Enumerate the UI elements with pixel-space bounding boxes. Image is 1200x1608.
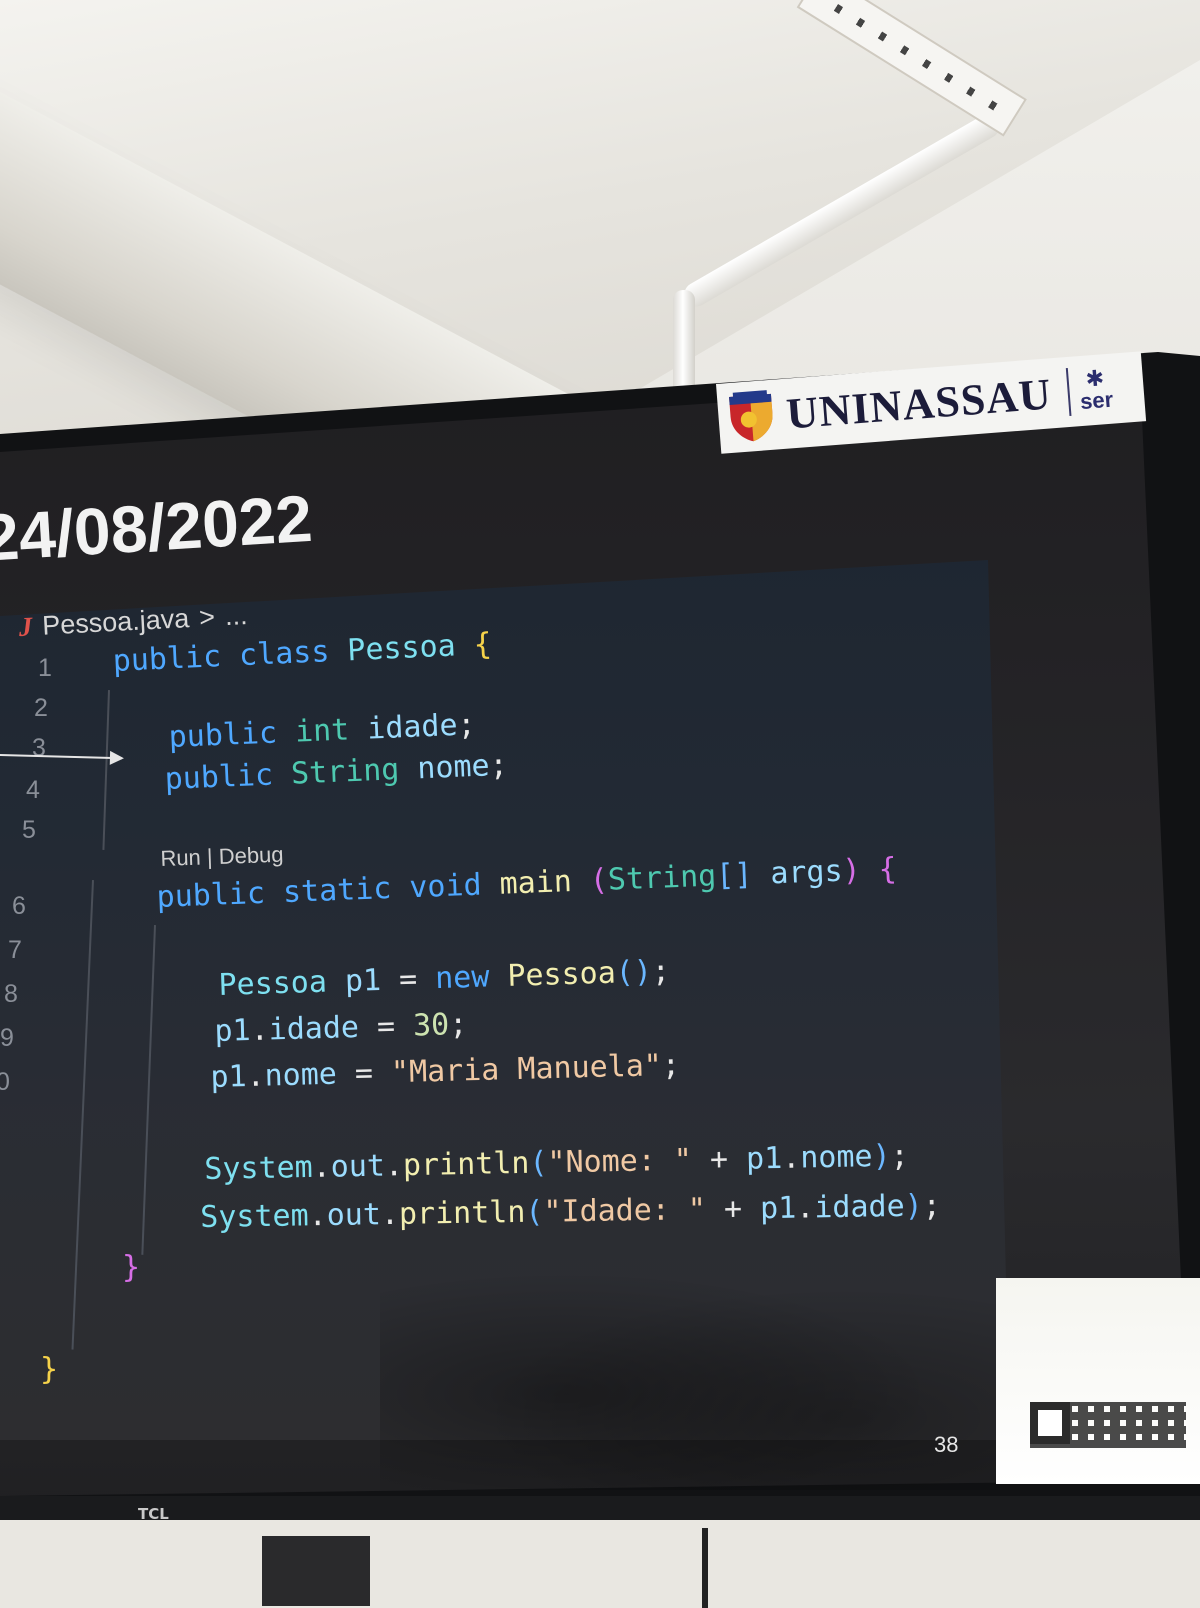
annotation-arrow bbox=[0, 754, 122, 760]
line-number: 0 bbox=[0, 1068, 10, 1096]
line-number: 4 bbox=[26, 776, 40, 804]
code-line: p1.nome = "Maria Manuela"; bbox=[210, 1047, 681, 1095]
code-line: System.out.println("Idade: " + p1.idade)… bbox=[200, 1188, 942, 1235]
line-number: 6 bbox=[12, 892, 26, 920]
line-number: 1 bbox=[38, 654, 52, 682]
slide-page-number: 38 bbox=[934, 1432, 959, 1457]
line-number: 3 bbox=[32, 734, 46, 762]
screen-glare bbox=[996, 1278, 1200, 1484]
code-line: } bbox=[122, 1250, 141, 1285]
code-line: } bbox=[40, 1352, 59, 1387]
line-number: 9 bbox=[0, 1024, 14, 1052]
line-number: 2 bbox=[34, 694, 48, 722]
code-line: Pessoa p1 = new Pessoa(); bbox=[218, 953, 671, 1003]
line-number: 5 bbox=[22, 816, 36, 844]
qr-code-marker bbox=[1030, 1402, 1070, 1444]
indent-guide bbox=[102, 690, 110, 850]
code-line: System.out.println("Nome: " + p1.nome); bbox=[204, 1138, 909, 1187]
indent-guide bbox=[71, 880, 94, 1350]
codelens-run-debug[interactable]: Run | Debug bbox=[160, 842, 284, 872]
screen-reflection bbox=[380, 1250, 1000, 1490]
line-number: 7 bbox=[8, 936, 22, 964]
line-number: 8 bbox=[4, 980, 18, 1008]
code-line: public String nome; bbox=[164, 747, 509, 797]
code-line: p1.idade = 30; bbox=[214, 1006, 468, 1049]
indent-guide bbox=[141, 925, 156, 1255]
code-line: public int idade; bbox=[168, 707, 477, 755]
code-line: public class Pessoa { bbox=[112, 626, 493, 679]
